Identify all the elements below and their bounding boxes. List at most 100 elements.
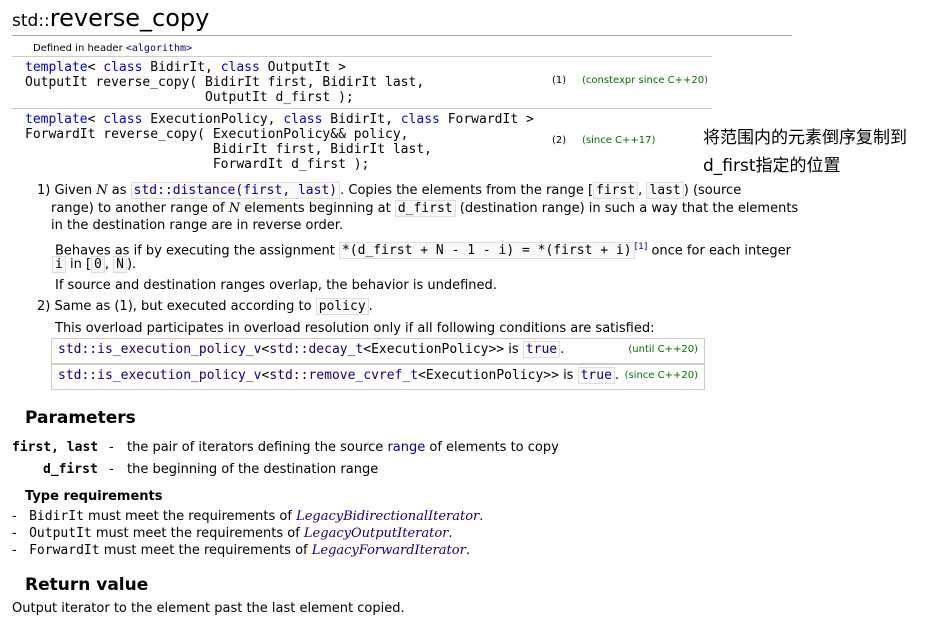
param-name: d_first bbox=[43, 462, 98, 477]
signature-1-code: template< class BidirIt, class OutputIt … bbox=[25, 60, 424, 105]
keyword[interactable]: template bbox=[25, 112, 88, 127]
text: ) (source bbox=[683, 183, 742, 198]
keyword[interactable]: class bbox=[103, 112, 142, 127]
keyword[interactable]: class bbox=[401, 112, 440, 127]
text: 1) Given bbox=[37, 183, 97, 198]
text: must meet the requirements of bbox=[83, 509, 297, 524]
return-value-text: Output iterator to the element past the … bbox=[12, 601, 405, 616]
keyword[interactable]: class bbox=[103, 60, 142, 75]
code-first: first bbox=[593, 182, 639, 199]
param-d-first-desc: the beginning of the destination range bbox=[127, 462, 379, 477]
keyword[interactable]: class bbox=[283, 112, 322, 127]
signature-2: template< class ExecutionPolicy, class B… bbox=[12, 108, 712, 174]
text: . bbox=[448, 526, 453, 541]
text: . bbox=[560, 342, 565, 357]
param-first-last: first, last bbox=[12, 439, 98, 457]
text: , bbox=[104, 257, 114, 272]
signature-2-note: (since C++17) bbox=[582, 135, 656, 146]
annotation-line-2: d_first指定的位置 bbox=[703, 156, 841, 176]
text: ). bbox=[126, 257, 137, 272]
header-label: Defined in header bbox=[33, 43, 126, 54]
code-text: ForwardIt d_first ); bbox=[25, 157, 370, 172]
type-req-item: - ForwardIt must meet the requirements o… bbox=[12, 542, 470, 559]
type-requirements-heading: Type requirements bbox=[25, 489, 163, 504]
code-text: ForwardIt reverse_copy( ExecutionPolicy&… bbox=[25, 127, 409, 142]
true-link[interactable]: true bbox=[577, 367, 615, 384]
text: 2) Same as (1), but executed according t… bbox=[37, 299, 316, 314]
text: of elements to copy bbox=[425, 440, 559, 455]
header-link[interactable]: <algorithm> bbox=[126, 43, 192, 54]
text: must meet the requirements of bbox=[91, 526, 304, 541]
parameters-heading: Parameters bbox=[25, 408, 136, 428]
text: <ExecutionPolicy>> bbox=[363, 342, 505, 357]
text: range) to another range of bbox=[51, 201, 229, 216]
requirement-link[interactable]: LegacyBidirectionalIterator bbox=[296, 509, 479, 524]
param-dash: - bbox=[109, 440, 114, 455]
remove-cvref-t-link[interactable]: std::remove_cvref_t bbox=[269, 368, 418, 383]
is-execution-policy-link[interactable]: std::is_execution_policy_v bbox=[58, 342, 262, 357]
text: must meet the requirements of bbox=[99, 543, 312, 558]
description-2-line-2: This overload participates in overload r… bbox=[55, 321, 655, 336]
code-i: i bbox=[52, 256, 66, 273]
requirement-link[interactable]: LegacyOutputIterator bbox=[304, 526, 448, 541]
description-1-line-4: Behaves as if by executing the assignmen… bbox=[55, 238, 791, 260]
var-n: N bbox=[228, 201, 241, 216]
param-name: first, last bbox=[12, 440, 99, 455]
code-n: N bbox=[113, 256, 127, 273]
requirement-link[interactable]: LegacyForwardIterator bbox=[312, 543, 466, 558]
decay-t-link[interactable]: std::decay_t bbox=[269, 342, 363, 357]
signature-1-number: (1) bbox=[552, 75, 567, 86]
keyword[interactable]: template bbox=[25, 60, 88, 75]
code-d-first: d_first bbox=[394, 200, 456, 217]
description-1-line-3: in the destination range are in reverse … bbox=[51, 218, 344, 233]
description-1-line-1: 1) Given N as std::distance(first, last)… bbox=[37, 182, 741, 200]
code-text: OutputIt reverse_copy( BidirIt first, Bi… bbox=[25, 75, 425, 90]
code-text: BidirIt first, BidirIt last, bbox=[25, 142, 432, 157]
condition-2: std::is_execution_policy_v<std::remove_c… bbox=[51, 364, 705, 390]
condition-2-text: std::is_execution_policy_v<std::remove_c… bbox=[58, 365, 619, 387]
text: <ExecutionPolicy>> bbox=[418, 368, 559, 383]
text: is bbox=[504, 342, 523, 357]
var-n: N bbox=[96, 183, 108, 198]
text: elements beginning at bbox=[240, 201, 395, 216]
is-execution-policy-link[interactable]: std::is_execution_policy_v bbox=[58, 368, 262, 383]
description-1-line-2: range) to another range of N elements be… bbox=[51, 200, 798, 218]
title-divider bbox=[12, 35, 792, 36]
text: once for each integer bbox=[647, 243, 791, 259]
title-namespace: std:: bbox=[12, 11, 50, 31]
annotation-line-1: 将范围内的元素倒序复制到 bbox=[703, 128, 907, 148]
code-zero: 0 bbox=[91, 256, 105, 273]
condition-1-note: (until C++20) bbox=[628, 344, 698, 355]
code-policy: policy bbox=[315, 298, 369, 315]
signature-1: template< class BidirIt, class OutputIt … bbox=[12, 56, 712, 107]
keyword[interactable]: class bbox=[221, 60, 260, 75]
type-name: ForwardIt bbox=[29, 543, 100, 558]
condition-2-note: (since C++20) bbox=[624, 370, 698, 381]
type-name: BidirIt bbox=[29, 509, 84, 524]
footnote-link[interactable]: [1] bbox=[635, 242, 648, 252]
text: as bbox=[107, 183, 131, 198]
description-2-line-1: 2) Same as (1), but executed according t… bbox=[37, 298, 373, 316]
type-req-item: - OutputIt must meet the requirements of… bbox=[12, 525, 453, 542]
text: is bbox=[558, 368, 578, 383]
dash: - bbox=[12, 543, 17, 558]
signature-2-number: (2) bbox=[552, 135, 567, 146]
range-link[interactable]: range bbox=[387, 440, 425, 455]
signature-1-note: (constexpr since C++20) bbox=[582, 75, 709, 86]
condition-1: std::is_execution_policy_v<std::decay_t<… bbox=[51, 338, 705, 364]
description-1-line-6: If source and destination ranges overlap… bbox=[55, 278, 497, 293]
title-name: reverse_copy bbox=[49, 4, 210, 32]
dash: - bbox=[12, 526, 17, 541]
text: (destination range) in such a way that t… bbox=[455, 201, 799, 216]
text: . Copies the elements from the range [ bbox=[340, 183, 594, 198]
defined-in-header: Defined in header <algorithm> bbox=[33, 43, 192, 54]
type-name: OutputIt bbox=[29, 526, 92, 541]
return-value-heading: Return value bbox=[25, 575, 149, 595]
description-1-line-5: i in [0, N). bbox=[52, 256, 136, 274]
true-link[interactable]: true bbox=[522, 341, 561, 358]
distance-link[interactable]: std::distance(first, last) bbox=[130, 182, 341, 199]
text: . bbox=[479, 509, 484, 524]
text: . bbox=[614, 368, 620, 383]
param-d-first: d_first bbox=[43, 461, 98, 479]
code-text: < bbox=[87, 60, 104, 75]
